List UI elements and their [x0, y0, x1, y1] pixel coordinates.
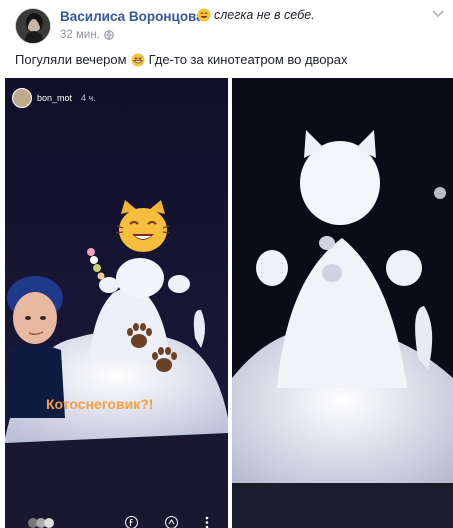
globe-icon — [104, 30, 114, 40]
post-text: Погуляли вечером Где-то за кинотеатром в… — [15, 52, 348, 67]
snow-cat-story-image — [5, 78, 228, 528]
post-time: 32 мин. — [60, 29, 114, 41]
story-user-avatar — [12, 88, 32, 108]
post-text-part-2: Где-то за кинотеатром во дворах — [148, 52, 348, 67]
author-avatar[interactable] — [15, 8, 51, 44]
more-vertical-icon — [205, 516, 209, 528]
viewer-avatars-icon — [28, 518, 54, 528]
snow-cat-closeup-image — [232, 78, 453, 528]
feed-post: Василиса Воронцова слегка не в себе. 32 … — [0, 0, 453, 528]
avatar-photo — [16, 9, 50, 43]
author-name[interactable]: Василиса Воронцова — [60, 9, 204, 24]
facebook-icon — [125, 516, 138, 528]
story-time: 4 ч. — [81, 93, 96, 103]
post-text-part-1: Погуляли вечером — [15, 52, 127, 67]
cat-face-emoji-icon — [115, 200, 171, 252]
grinning-sweat-emoji-icon — [131, 53, 145, 66]
paw-print-icon — [152, 347, 177, 372]
photo-snow-cat[interactable] — [232, 78, 453, 528]
smiling-sweat-emoji-icon — [197, 8, 211, 22]
feeling-text[interactable]: слегка не в себе. — [214, 8, 315, 22]
story-bottom-bar — [5, 508, 228, 528]
story-caption-sticker: Котоснеговик?! — [46, 396, 154, 412]
photo-story-screenshot[interactable]: bon_mot 4 ч. Котоснеговик?! — [5, 78, 228, 528]
feeling-activity: слегка не в себе. — [197, 8, 315, 22]
story-username: bon_mot — [37, 93, 73, 103]
share-icon — [165, 516, 178, 528]
chevron-down-icon[interactable] — [432, 10, 444, 18]
timestamp[interactable]: 32 мин. — [60, 29, 100, 41]
